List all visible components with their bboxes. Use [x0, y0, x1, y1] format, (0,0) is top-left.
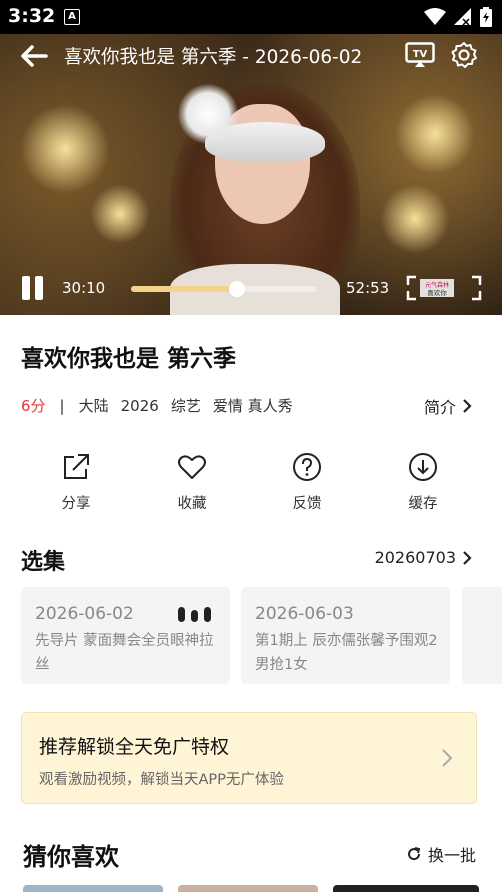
share-icon	[64, 454, 89, 479]
promo-subtitle: 观看激励视频，解锁当天APP无广体验	[39, 772, 284, 788]
meta-year: 2026	[120, 396, 159, 415]
video-player[interactable]: 喜欢你我也是 第六季 - 2026-06-02 TV 30:10 52:53 元…	[0, 34, 502, 315]
recommend-thumbnail[interactable]	[23, 885, 163, 892]
download-button[interactable]: 缓存	[383, 452, 463, 513]
action-row: 分享 收藏 反馈 缓存	[0, 452, 502, 512]
share-label: 分享	[61, 496, 91, 512]
episode-desc: 第1期上 辰亦儒张馨予围观2男抢1女	[255, 633, 438, 673]
episodes-all-button[interactable]: 20260703	[375, 548, 472, 567]
watermark-text: 喜欢你	[427, 288, 447, 297]
heart-icon	[178, 455, 206, 479]
download-icon	[409, 453, 437, 481]
fullscreen-icon[interactable]: 元气森林 喜欢你	[406, 275, 482, 301]
refresh-icon	[408, 847, 421, 861]
pause-button[interactable]	[22, 276, 44, 300]
feedback-label: 反馈	[292, 496, 322, 512]
refresh-button[interactable]: 换一批	[406, 842, 476, 866]
video-frame-bokeh	[20, 104, 110, 194]
feedback-button[interactable]: 反馈	[267, 452, 347, 513]
intro-button[interactable]: 简介	[424, 394, 472, 418]
player-title: 喜欢你我也是 第六季 - 2026-06-02	[64, 47, 363, 68]
video-frame-bokeh	[380, 184, 450, 254]
recommend-thumbnails	[0, 885, 502, 892]
episode-card[interactable]: 2026-06-03 第1期上 辰亦儒张馨予围观2男抢1女	[241, 587, 450, 684]
progress-slider[interactable]	[131, 281, 317, 297]
tv-cast-icon[interactable]: TV	[405, 42, 435, 68]
episode-card[interactable]: 2026-06-02 先导片 蒙面舞会全员眼神拉丝	[21, 587, 230, 684]
favorite-label: 收藏	[177, 496, 207, 512]
show-title: 喜欢你我也是 第六季	[21, 346, 237, 372]
episodes-latest-label: 20260703	[374, 548, 456, 567]
status-bar: 3:32 A	[0, 0, 502, 34]
score-badge: 6分	[21, 397, 46, 415]
chevron-right-icon	[463, 550, 472, 565]
recommend-thumbnail[interactable]	[178, 885, 318, 892]
battery-icon	[480, 7, 492, 27]
now-playing-icon	[178, 607, 212, 623]
meta-tags: 爱情 真人秀	[212, 397, 293, 415]
favorite-button[interactable]: 收藏	[152, 452, 232, 513]
cellular-signal-icon	[454, 8, 471, 26]
watermark-text: 元气森林	[425, 281, 449, 289]
episode-date: 2026-06-02	[35, 604, 134, 624]
promo-title: 推荐解锁全天免广特权	[39, 736, 230, 758]
chevron-right-icon	[442, 749, 453, 767]
episode-card-partial[interactable]	[462, 587, 502, 684]
episode-desc: 先导片 蒙面舞会全员眼神拉丝	[35, 633, 214, 673]
share-button[interactable]: 分享	[36, 452, 116, 513]
recommend-section-title: 猜你喜欢	[23, 843, 119, 871]
show-meta: 6分 | 大陆 2026 综艺 爱情 真人秀	[21, 395, 305, 416]
tv-cast-label: TV	[413, 49, 428, 60]
video-frame-feather	[178, 84, 238, 144]
download-label: 缓存	[408, 496, 438, 512]
back-arrow-icon[interactable]	[20, 44, 48, 68]
question-icon	[293, 453, 321, 481]
episodes-section-title: 选集	[21, 550, 66, 575]
episode-date: 2026-06-03	[255, 604, 354, 624]
player-top-bar: 喜欢你我也是 第六季 - 2026-06-02 TV	[0, 34, 502, 78]
status-time: 3:32	[8, 5, 56, 27]
progress-fill	[131, 286, 238, 292]
system-icons	[424, 6, 492, 28]
video-frame-bokeh	[90, 184, 150, 244]
meta-category: 综艺	[170, 397, 201, 415]
ad-free-promo-banner[interactable]: 推荐解锁全天免广特权 观看激励视频，解锁当天APP无广体验	[21, 712, 477, 804]
notification-icon: A	[64, 9, 80, 25]
meta-separator: |	[59, 396, 65, 415]
player-controls: 30:10 52:53 元气森林 喜欢你	[0, 270, 502, 306]
duration-time: 52:53	[346, 279, 390, 297]
recommend-thumbnail[interactable]	[333, 885, 479, 892]
current-time: 30:10	[62, 279, 106, 297]
wifi-icon	[424, 8, 446, 25]
video-frame-bokeh	[395, 94, 475, 174]
refresh-label: 换一批	[427, 846, 476, 865]
settings-gear-icon[interactable]	[450, 41, 478, 69]
progress-thumb[interactable]	[229, 281, 246, 297]
meta-region: 大陆	[78, 397, 109, 415]
chevron-right-icon	[463, 399, 472, 413]
intro-label: 简介	[423, 398, 456, 417]
